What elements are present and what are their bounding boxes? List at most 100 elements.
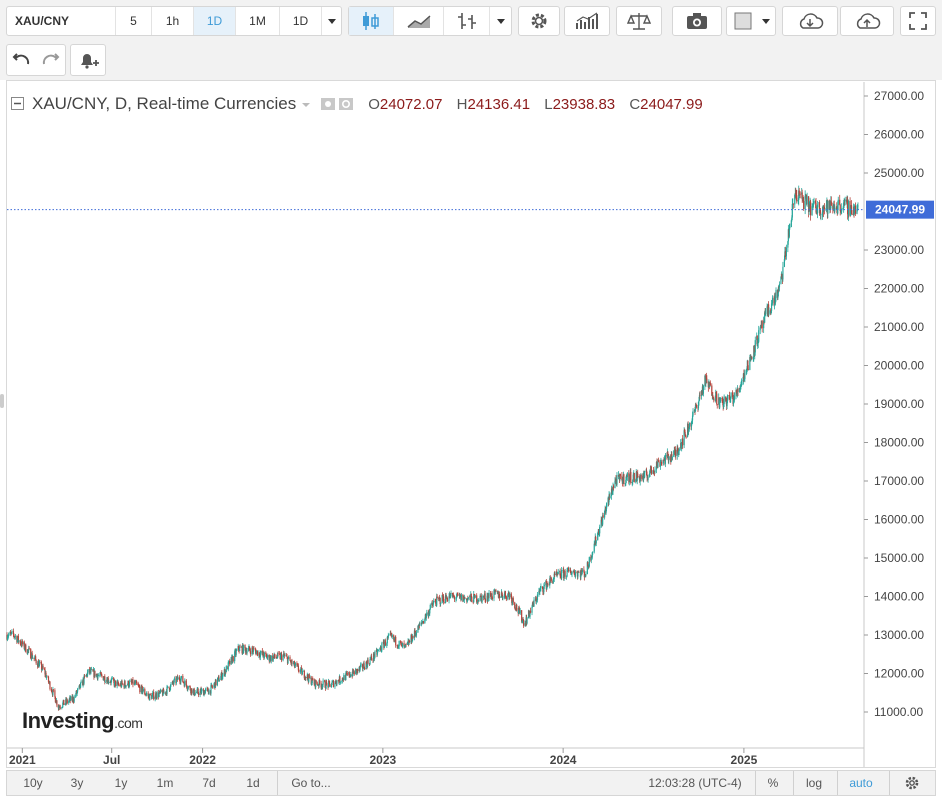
range-10y[interactable]: 10y xyxy=(13,771,53,795)
candle-body xyxy=(751,357,753,359)
candle-body xyxy=(504,591,506,597)
caret-down-icon[interactable] xyxy=(298,96,314,112)
price-tick-label: 15000.00 xyxy=(874,551,924,565)
candle-body xyxy=(253,648,255,650)
candle-body xyxy=(440,603,442,605)
candle-body xyxy=(623,474,625,485)
time-axis[interactable]: 2021 Jul 2022 2023 2024 2025 xyxy=(9,748,758,767)
candle-body xyxy=(823,206,826,210)
low-label: L xyxy=(544,95,553,113)
candle-body xyxy=(32,657,34,659)
candle-body xyxy=(561,569,563,579)
candle-body xyxy=(284,655,286,657)
candle-body xyxy=(816,204,819,214)
candle-body xyxy=(684,432,686,435)
range-1y[interactable]: 1y xyxy=(103,771,139,795)
candle-body xyxy=(170,684,172,686)
range-1m[interactable]: 1m xyxy=(147,771,183,795)
candle-body xyxy=(706,378,708,383)
candle-body xyxy=(564,570,566,577)
bottom-settings-button[interactable] xyxy=(889,771,934,795)
price-axis[interactable]: 27000.00 26000.00 25000.00 23000.00 22000.00… xyxy=(864,89,924,719)
candle-body xyxy=(778,284,781,288)
chart-title[interactable]: XAU/CNY, D, Real-time Currencies xyxy=(32,94,296,114)
candle-body xyxy=(336,680,338,685)
price-tick-label: 16000.00 xyxy=(874,513,924,527)
candle-body xyxy=(14,636,16,637)
plot-area xyxy=(6,185,859,711)
candle-body xyxy=(616,475,618,485)
candle-body xyxy=(619,474,622,476)
collapse-icon[interactable] xyxy=(10,96,26,112)
candle-body xyxy=(747,369,749,371)
candle-body xyxy=(329,683,331,688)
candle-body xyxy=(35,659,37,664)
range-3y[interactable]: 3y xyxy=(59,771,95,795)
candle-body xyxy=(716,393,718,405)
price-tick-label: 12000.00 xyxy=(874,667,924,681)
candle-body xyxy=(692,411,694,416)
candle-body xyxy=(820,214,822,216)
candle-body xyxy=(519,610,521,614)
candle-body xyxy=(235,650,237,655)
candle-body xyxy=(685,436,687,438)
candle-body xyxy=(761,321,763,329)
logo-brand: Investing xyxy=(22,708,115,733)
candle-body xyxy=(339,681,341,683)
candle-body xyxy=(182,675,184,683)
candle-body xyxy=(540,586,542,589)
candle-body xyxy=(464,597,466,599)
candle-body xyxy=(796,195,798,202)
candle-body xyxy=(554,573,556,576)
candle-body xyxy=(160,689,162,693)
percent-toggle[interactable]: % xyxy=(755,771,790,795)
candle-body xyxy=(467,597,469,599)
candle-body xyxy=(839,199,841,205)
panel-resize-handle[interactable] xyxy=(0,394,4,408)
candle-body xyxy=(405,644,407,645)
candle-body xyxy=(124,681,126,686)
candle-body xyxy=(602,515,604,518)
candle-body xyxy=(402,643,404,648)
candle-body xyxy=(415,632,418,636)
candle-body xyxy=(395,636,397,646)
candle-body xyxy=(191,688,193,694)
log-toggle[interactable]: log xyxy=(793,771,834,795)
auto-scale-toggle[interactable]: auto xyxy=(837,771,884,795)
price-tick-label: 22000.00 xyxy=(874,282,924,296)
candle-body xyxy=(567,567,570,572)
candle-body xyxy=(128,681,131,687)
candle-body xyxy=(377,649,380,651)
candle-body xyxy=(322,680,324,685)
candle-body xyxy=(709,382,711,386)
range-1d[interactable]: 1d xyxy=(235,771,271,795)
candle-body xyxy=(343,675,345,681)
gear-icon[interactable] xyxy=(338,96,354,112)
candle-body xyxy=(305,676,307,678)
candle-body xyxy=(108,681,110,683)
price-chart[interactable]: 27000.00 26000.00 25000.00 23000.00 22000.00… xyxy=(0,0,942,808)
candle-body xyxy=(650,469,653,474)
candle-body xyxy=(398,640,400,647)
range-7d[interactable]: 7d xyxy=(191,771,227,795)
candle-body xyxy=(529,610,532,613)
candle-body xyxy=(388,634,390,636)
price-tick-label: 14000.00 xyxy=(874,590,924,604)
candle-body xyxy=(481,595,483,602)
candle-body xyxy=(516,604,518,610)
candle-body xyxy=(185,680,187,686)
candle-body xyxy=(571,571,573,574)
goto-button[interactable]: Go to... xyxy=(277,771,344,795)
candle-body xyxy=(450,592,452,595)
candle-body xyxy=(789,227,791,229)
candle-body xyxy=(678,448,680,452)
candle-body xyxy=(312,678,314,681)
clock-display[interactable]: 12:03:28 (UTC-4) xyxy=(635,771,755,795)
price-tick-label: 18000.00 xyxy=(874,436,924,450)
candle-body xyxy=(236,650,238,651)
candle-body xyxy=(505,596,507,600)
logo-suffix: .com xyxy=(114,715,143,731)
candle-body xyxy=(277,652,279,654)
candle-body xyxy=(488,592,490,599)
eye-icon[interactable] xyxy=(320,96,336,112)
